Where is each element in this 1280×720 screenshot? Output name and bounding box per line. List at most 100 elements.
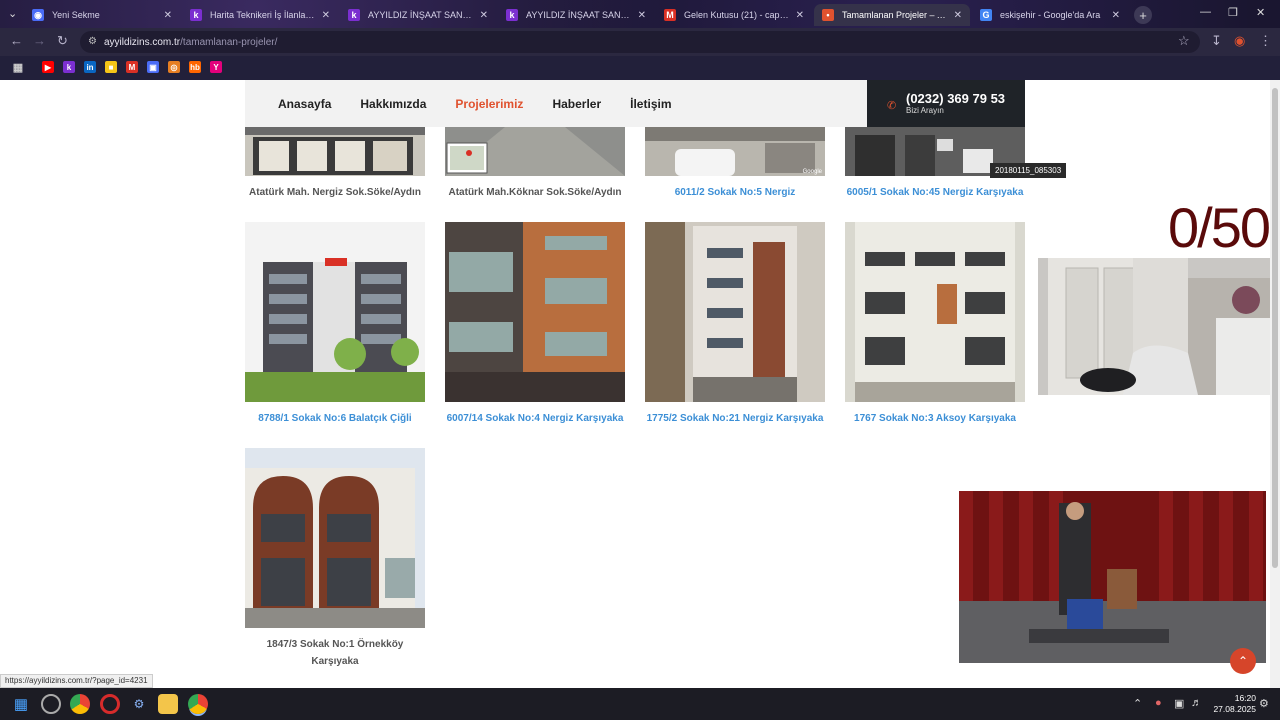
opera-icon[interactable]: [100, 694, 120, 714]
caption-line: 1847/3 Sokak No:1 Örnekköy: [266, 639, 404, 650]
tab-favicon-icon: M: [664, 9, 676, 21]
reload-icon[interactable]: ↻: [57, 33, 68, 49]
tab-title: eskişehir - Google'da Ara: [1000, 10, 1101, 20]
overlay-room-photo: [1038, 258, 1270, 395]
project-caption[interactable]: Atatürk Mah.Köknar Sok.Söke/Aydın: [445, 184, 625, 201]
browser-tab[interactable]: • Tamamlanan Projeler – Ayyıldız ✕: [814, 4, 970, 26]
bookmark-icon[interactable]: k: [63, 61, 75, 73]
tab-close-icon[interactable]: ✕: [480, 10, 488, 21]
site-info-icon[interactable]: ⚙: [88, 36, 97, 47]
volume-icon[interactable]: ♬: [1191, 697, 1202, 709]
bookmark-icon[interactable]: Y: [210, 61, 222, 73]
close-window-icon[interactable]: ✕: [1256, 6, 1265, 19]
browser-tab[interactable]: Geskişehir - Google'da Ara ✕: [972, 4, 1128, 26]
tab-search-icon[interactable]: ⌄: [8, 7, 17, 20]
project-caption[interactable]: 1767 Sokak No:3 Aksoy Karşıyaka: [845, 410, 1025, 427]
chrome-icon[interactable]: [70, 694, 90, 714]
bookmark-icon[interactable]: ◎: [168, 61, 180, 73]
extension-icon[interactable]: ◉: [1234, 33, 1245, 49]
tab-title: Harita Teknikeri İş İlanları - Gür: [210, 10, 316, 20]
project-caption[interactable]: 6011/2 Sokak No:5 Nergiz: [645, 184, 825, 201]
nav-link[interactable]: Hakkımızda: [360, 97, 426, 111]
network-icon[interactable]: ▣: [1174, 697, 1184, 710]
taskbar-clock[interactable]: 16:20 27.08.2025: [1208, 693, 1256, 715]
project-image[interactable]: [245, 222, 425, 402]
project-image[interactable]: [845, 222, 1025, 402]
browser-tab[interactable]: k Harita Teknikeri İş İlanları - Gür ✕: [182, 4, 338, 26]
phone-icon: ✆: [887, 100, 897, 112]
apps-grid-icon[interactable]: ▦: [12, 61, 24, 74]
nav-link[interactable]: Projelerimiz: [455, 97, 523, 111]
windows-start-icon[interactable]: ▦: [11, 694, 31, 714]
notification-icon[interactable]: ⚙: [1259, 697, 1269, 710]
project-caption[interactable]: 6005/1 Sokak No:45 Nergiz Karşıyaka: [845, 184, 1025, 201]
new-tab-button[interactable]: +: [1134, 6, 1152, 24]
phone-subtitle: Bizi Arayın: [906, 106, 944, 115]
nav-link[interactable]: İletişim: [630, 97, 671, 111]
scroll-to-top-button[interactable]: ⌃: [1230, 648, 1256, 674]
tab-title: AYYILDIZ İNŞAAT SAN TİC LTD: [526, 10, 632, 20]
browser-tab[interactable]: k AYYILDIZ İNŞAAT SAN TİC LTD ✕: [498, 4, 654, 26]
bookmark-icon[interactable]: ▣: [147, 61, 159, 73]
project-image[interactable]: [245, 127, 425, 176]
forward-icon[interactable]: →: [33, 33, 46, 48]
bookmark-icon[interactable]: M: [126, 61, 138, 73]
web-page: Google 20180115_085303 Atatürk Mah. Nerg…: [0, 80, 1270, 688]
restore-icon[interactable]: ❐: [1228, 6, 1238, 19]
chrome-active-icon[interactable]: [188, 694, 208, 714]
download-icon[interactable]: ↧: [1211, 33, 1222, 49]
nav-link[interactable]: Haberler: [552, 97, 601, 111]
project-caption[interactable]: Atatürk Mah. Nergiz Sok.Söke/Aydın: [245, 184, 425, 201]
steam-icon[interactable]: ⚙: [129, 694, 149, 714]
bookmark-icon[interactable]: ■: [105, 61, 117, 73]
bookmark-icon[interactable]: hb: [189, 61, 201, 73]
app-icon[interactable]: [41, 694, 61, 714]
phone-callbox[interactable]: ✆ (0232) 369 79 53 Bizi Arayın: [867, 80, 1025, 127]
project-map-image[interactable]: [445, 127, 625, 176]
browser-tab[interactable]: k AYYILDIZ İNŞAAT SAN TİC LTD ✕: [340, 4, 496, 26]
tab-close-icon[interactable]: ✕: [954, 10, 962, 21]
tab-favicon-icon: •: [822, 9, 834, 21]
scroll-thumb[interactable]: [1272, 88, 1278, 568]
tab-title: Gelen Kutusu (21) - capitania.e: [684, 10, 790, 20]
tab-close-icon[interactable]: ✕: [796, 10, 804, 21]
tab-title: Tamamlanan Projeler – Ayyıldız: [842, 10, 948, 20]
tab-close-icon[interactable]: ✕: [1112, 10, 1120, 21]
tab-close-icon[interactable]: ✕: [322, 10, 330, 21]
tray-chevron-icon[interactable]: ⌃: [1133, 697, 1142, 710]
phone-number: (0232) 369 79 53: [906, 91, 1006, 106]
picture-in-picture-video[interactable]: [959, 491, 1266, 663]
clock-date: 27.08.2025: [1213, 704, 1256, 714]
tab-title: Yeni Sekme: [52, 10, 100, 20]
tab-title: AYYILDIZ İNŞAAT SAN TİC LTD: [368, 10, 474, 20]
project-caption[interactable]: 1775/2 Sokak No:21 Nergiz Karşıyaka: [645, 410, 825, 427]
url-input[interactable]: ⚙ ayyildizins.com.tr/tamamlanan-projeler…: [80, 31, 1200, 53]
counter-overlay: 0/50: [1168, 196, 1270, 259]
caption-line: Karşıyaka: [311, 656, 359, 667]
browser-tab[interactable]: M Gelen Kutusu (21) - capitania.e ✕: [656, 4, 812, 26]
project-caption[interactable]: 1847/3 Sokak No:1 Örnekköy Karşıyaka: [245, 636, 425, 670]
page-scrollbar[interactable]: [1270, 80, 1280, 688]
tab-favicon-icon: ◉: [32, 9, 44, 21]
tab-favicon-icon: k: [348, 9, 360, 21]
project-image[interactable]: [245, 448, 425, 628]
tab-close-icon[interactable]: ✕: [164, 10, 172, 21]
project-image[interactable]: [445, 222, 625, 402]
microphone-icon[interactable]: ●: [1155, 697, 1162, 709]
menu-icon[interactable]: ⋮: [1259, 33, 1272, 49]
browser-tab[interactable]: ◉ Yeni Sekme ✕: [24, 4, 180, 26]
back-icon[interactable]: ←: [10, 33, 23, 48]
map-brand: Google: [802, 169, 822, 175]
project-caption[interactable]: 8788/1 Sokak No:6 Balatçık Çiğli: [245, 410, 425, 427]
project-image[interactable]: [645, 222, 825, 402]
bookmark-icon[interactable]: in: [84, 61, 96, 73]
nav-link[interactable]: Anasayfa: [278, 97, 331, 111]
bookmark-icon[interactable]: ▶: [42, 61, 54, 73]
tab-close-icon[interactable]: ✕: [638, 10, 646, 21]
bookmark-star-icon[interactable]: ☆: [1178, 33, 1190, 49]
file-explorer-icon[interactable]: [158, 694, 178, 714]
status-url: https://ayyildizins.com.tr/?page_id=4231: [0, 674, 153, 688]
project-image[interactable]: Google: [645, 127, 825, 176]
project-caption[interactable]: 6007/14 Sokak No:4 Nergiz Karşıyaka: [445, 410, 625, 427]
minimize-icon[interactable]: —: [1200, 6, 1211, 18]
